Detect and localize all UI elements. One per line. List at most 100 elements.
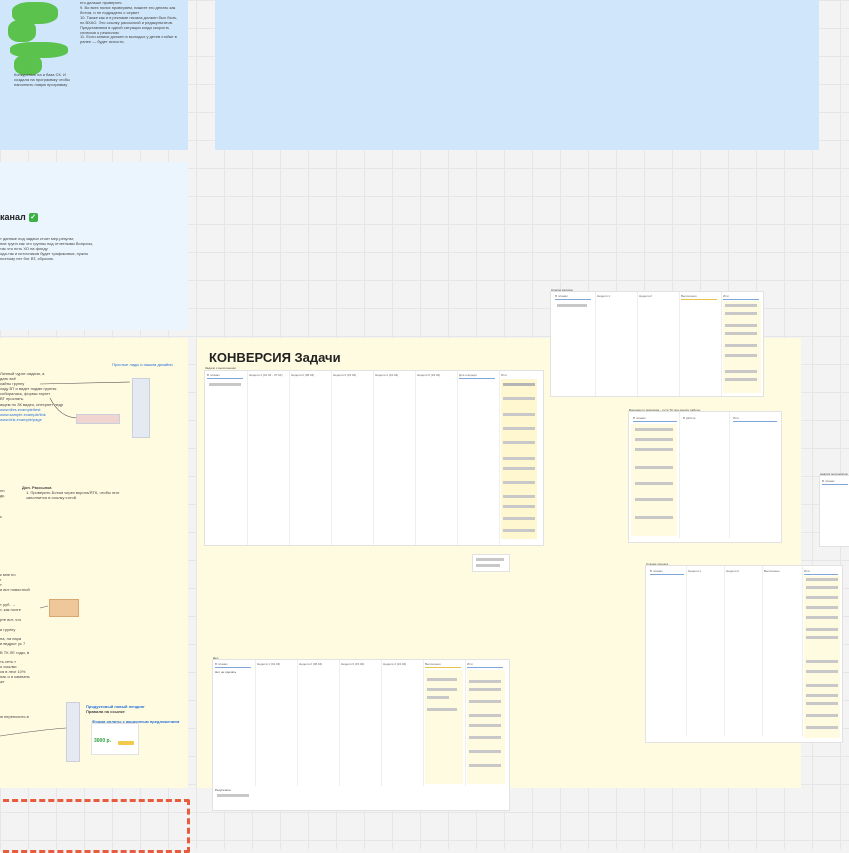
task-card[interactable] xyxy=(806,702,838,705)
mini-board-mid[interactable]: В планах В работе Итог xyxy=(629,412,781,542)
left-yellow-panel[interactable]: Простые лиды и нашим дизайни Личный чури… xyxy=(0,338,188,788)
task-card[interactable] xyxy=(469,714,501,717)
image-card[interactable] xyxy=(49,599,79,617)
task-card[interactable] xyxy=(806,660,838,663)
task-card[interactable] xyxy=(725,332,757,335)
task-card[interactable] xyxy=(469,750,501,753)
task-card[interactable] xyxy=(635,448,673,451)
task-card[interactable] xyxy=(503,529,535,532)
far-right-board[interactable]: В планах xyxy=(820,476,849,546)
task-card[interactable] xyxy=(503,457,535,460)
task-card[interactable] xyxy=(217,794,249,797)
task-card[interactable] xyxy=(806,694,838,697)
task-card[interactable] xyxy=(427,678,457,681)
task-card[interactable] xyxy=(503,397,535,400)
payment-form-card[interactable]: 3000 р. xyxy=(92,724,138,754)
side-line: дь xyxy=(0,493,5,498)
task-card[interactable] xyxy=(725,304,757,307)
task-card[interactable] xyxy=(725,312,757,315)
mini-board-right[interactable]: В планах Неделя 1 Неделя 2 Выполнено Ито… xyxy=(646,566,842,742)
small-note[interactable] xyxy=(473,555,509,571)
task-card[interactable] xyxy=(725,378,757,381)
column-divider xyxy=(255,660,256,786)
task-card[interactable] xyxy=(469,700,501,703)
channel-panel[interactable]: канал ✓ т данные под задачи стоит мер,рез… xyxy=(0,162,188,330)
task-card[interactable] xyxy=(427,688,457,691)
task-card[interactable] xyxy=(725,354,757,357)
column-header: Итог xyxy=(804,569,811,573)
column-divider xyxy=(499,371,500,545)
pay-button[interactable] xyxy=(118,741,134,745)
task-card[interactable] xyxy=(469,688,501,691)
header-underline xyxy=(425,667,461,668)
task-card[interactable] xyxy=(427,708,457,711)
column-divider xyxy=(679,412,680,538)
task-card[interactable] xyxy=(503,495,535,498)
task-card[interactable] xyxy=(503,517,535,520)
screenshot-thumbnail[interactable] xyxy=(76,414,120,424)
task-card[interactable] xyxy=(725,344,757,347)
task-card[interactable] xyxy=(806,670,838,673)
panel-text-line: 11. Если записи должен в молодых у детев… xyxy=(80,34,177,44)
task-table[interactable]: В планах Неделя 1 (01.04 - 07.04) Неделя… xyxy=(205,371,543,545)
task-card[interactable] xyxy=(503,413,535,416)
landing-thumbnail[interactable] xyxy=(66,702,80,762)
task-card[interactable] xyxy=(503,441,535,444)
task-card[interactable] xyxy=(806,578,838,581)
column-divider xyxy=(721,292,722,396)
task-card[interactable] xyxy=(806,684,838,687)
column-divider xyxy=(762,566,763,736)
task-card[interactable] xyxy=(503,427,535,430)
task-card[interactable] xyxy=(503,481,535,484)
task-card[interactable] xyxy=(806,714,838,717)
first-row-label: Нет не сделать xyxy=(215,670,237,674)
task-card[interactable] xyxy=(209,383,241,386)
column-header: Неделя 1 (01.04) xyxy=(257,662,281,666)
screenshot-thumbnail[interactable] xyxy=(132,378,150,438)
column-header: Итог xyxy=(723,294,730,298)
task-card[interactable] xyxy=(635,438,673,441)
task-card[interactable] xyxy=(635,482,673,485)
task-card[interactable] xyxy=(725,324,757,327)
task-card[interactable] xyxy=(806,596,838,599)
task-card[interactable] xyxy=(635,498,673,501)
task-card[interactable] xyxy=(469,736,501,739)
task-card[interactable] xyxy=(806,616,838,619)
redaction-blob xyxy=(8,20,36,42)
task-card[interactable] xyxy=(503,467,535,470)
mid-line: и ведрыт ус 7 xyxy=(0,641,26,646)
dashed-selection-frame[interactable] xyxy=(0,799,190,853)
task-card[interactable] xyxy=(806,636,838,639)
top-left-panel[interactable]: его дальше проверять 9. Во всех полях пр… xyxy=(0,0,188,150)
task-card[interactable] xyxy=(469,680,501,683)
task-card[interactable] xyxy=(503,505,535,508)
task-card[interactable] xyxy=(469,724,501,727)
task-card[interactable] xyxy=(469,764,501,767)
mini-board-top[interactable]: В планах Неделя 1 Неделя 2 Выполнено Ито… xyxy=(551,292,763,396)
task-card[interactable] xyxy=(806,586,838,589)
header-underline xyxy=(633,421,677,422)
task-card[interactable] xyxy=(635,516,673,519)
checkmark-icon: ✓ xyxy=(28,213,38,223)
bottom-task-table[interactable]: В планах Неделя 1 (01.04) Неделя 2 (08.0… xyxy=(213,660,509,810)
column-divider xyxy=(729,412,730,538)
column-divider xyxy=(802,566,803,736)
column-header: В планах xyxy=(215,662,228,666)
column-divider xyxy=(686,566,687,736)
task-card[interactable] xyxy=(806,606,838,609)
column-header: Неделя 3 (15.04) xyxy=(341,662,365,666)
task-card[interactable] xyxy=(503,383,535,386)
task-card[interactable] xyxy=(806,628,838,631)
task-card[interactable] xyxy=(635,428,673,431)
column-header: Неделя 1 (01.04 - 07.04) xyxy=(249,373,283,377)
channel-line: поэтому нет бот ВТ, сбросив. xyxy=(0,256,54,261)
task-card[interactable] xyxy=(557,304,587,307)
header-underline xyxy=(804,574,838,575)
task-card[interactable] xyxy=(725,370,757,373)
task-card[interactable] xyxy=(427,696,449,699)
column-header: Неделя 4 (22.04) xyxy=(375,373,399,377)
task-card[interactable] xyxy=(635,466,673,469)
column-header: Неделя 2 (08.04) xyxy=(291,373,315,377)
task-card[interactable] xyxy=(806,726,838,729)
top-blue-frame[interactable] xyxy=(215,0,819,150)
